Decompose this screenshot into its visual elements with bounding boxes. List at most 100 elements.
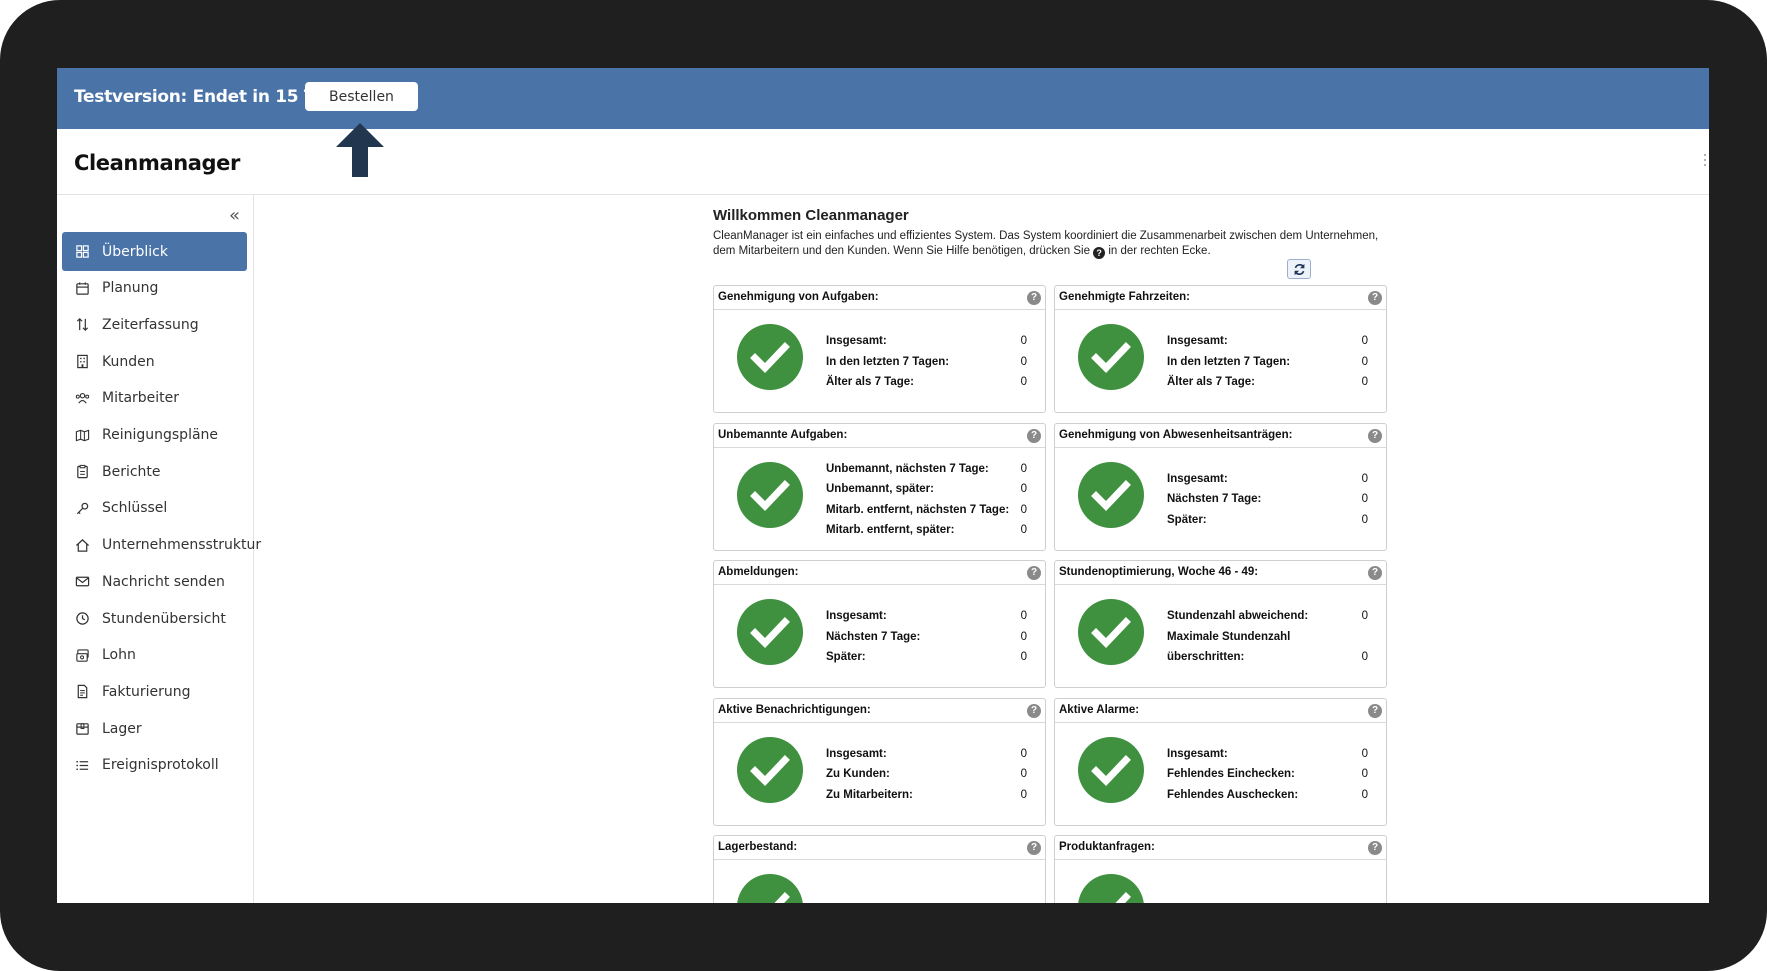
help-icon[interactable]: ? — [1368, 841, 1382, 855]
stat-row: Zu Mitarbeitern: 0 — [826, 785, 1027, 806]
stat-value: 0 — [1020, 768, 1027, 781]
map-icon — [74, 427, 90, 443]
arrow-up-icon — [336, 123, 384, 177]
sidebar-item-11[interactable]: Stundenübersicht — [62, 599, 247, 638]
stat-row: In den letzten 7 Tagen: 0 — [826, 352, 1027, 373]
sidebar-item-12[interactable]: Lohn — [62, 636, 247, 675]
stat-row: Stundenzahl abweichend: 0 — [1167, 606, 1368, 627]
help-icon[interactable]: ? — [1368, 703, 1382, 718]
welcome-text-before: CleanManager ist ein einfaches und effiz… — [713, 230, 1379, 257]
card-title: Genehmigung von Aufgaben: — [718, 291, 879, 303]
stat-label: Unbemannt, nächsten 7 Tage: — [826, 462, 989, 475]
stat-value: 0 — [1020, 376, 1027, 389]
invoice-icon — [74, 684, 90, 700]
help-icon[interactable]: ? — [1368, 291, 1382, 305]
stat-value: 0 — [1020, 651, 1027, 664]
stat-value: 0 — [1020, 503, 1027, 516]
stat-row: Insgesamt: 0 — [1167, 331, 1368, 352]
card-title: Produktanfragen: — [1059, 841, 1155, 853]
sidebar-item-label: Lager — [102, 720, 142, 737]
stat-row: Insgesamt: 0 — [826, 744, 1027, 765]
card-title: Abmeldungen: — [718, 566, 799, 578]
help-icon[interactable]: ? — [1368, 566, 1382, 580]
device-frame: Testversion: Endet in 15 Tage Bestellen … — [0, 0, 1767, 971]
card-stats: Insgesamt: 0 In den letzten 7 Tagen: 0 Älter… — [826, 331, 1027, 393]
card-header: Stundenoptimierung, Woche 46 - 49:? — [1055, 561, 1386, 585]
card-stats: Insgesamt: 0 Zu Kunden: 0 Zu Mitarbeitern: 0 — [826, 744, 1027, 806]
stat-row: Maximale Stundenzahl überschritten: — [1167, 627, 1368, 664]
dashboard-card: Aktive Alarme:? Insgesamt: 0 Fehlendes Einc… — [1054, 697, 1387, 826]
help-icon[interactable]: ? — [1027, 291, 1041, 305]
stat-label: Unbemannt, später: — [826, 483, 934, 495]
sidebar-item-4[interactable]: Kunden — [62, 342, 247, 381]
stat-value: 0 — [1361, 610, 1368, 623]
sidebar-item-9[interactable]: Unternehmensstruktur — [62, 526, 261, 565]
stat-label: Zu Mitarbeitern: — [826, 788, 913, 801]
grid-icon — [74, 244, 90, 260]
key-icon — [74, 500, 90, 516]
main-content: Willkommen Cleanmanager CleanManager ist… — [254, 195, 1709, 903]
welcome-text: CleanManager ist ein einfaches und effiz… — [713, 229, 1383, 259]
stat-value: 0 — [1361, 747, 1368, 760]
stat-label: Insgesamt: — [1167, 902, 1228, 903]
dashboard-card: Aktive Benachrichtigungen:? Insgesamt: 0 Zu… — [713, 697, 1046, 826]
sidebar-item-label: Lohn — [102, 647, 136, 664]
stat-label: Nächsten 7 Tage: — [826, 630, 921, 643]
users-icon — [74, 390, 90, 406]
check-circle-icon — [737, 324, 803, 390]
stat-value: 0 — [1020, 462, 1027, 475]
stat-value: 0 — [1361, 651, 1368, 664]
card-header: Genehmigung von Aufgaben:? — [714, 286, 1045, 310]
stat-row: Älter als 7 Tage: 0 — [826, 372, 1027, 393]
sidebar-item-15[interactable]: Ereignisprotokoll — [62, 746, 247, 785]
stat-label: In den letzten 7 Tagen: — [826, 355, 950, 368]
stat-value: 0 — [1020, 524, 1027, 536]
sidebar-item-14[interactable]: Lager — [62, 709, 247, 748]
money-icon — [74, 647, 90, 663]
card-stats: Insgesamt: 0 Nächsten 7 Tage: 0 Später: 0 — [826, 606, 1027, 668]
stat-label: Stundenzahl abweichend: — [1167, 610, 1309, 623]
help-icon[interactable]: ? — [1368, 428, 1382, 443]
more-options-icon[interactable] — [1703, 154, 1707, 168]
check-circle-icon — [1078, 461, 1144, 528]
stat-value: 0 — [1361, 355, 1368, 368]
list-icon — [74, 757, 90, 773]
collapse-sidebar-icon[interactable]: « — [229, 205, 240, 226]
stat-label: Fehlendes Auschecken: — [1167, 788, 1299, 801]
card-stats: Insgesamt: 0 Nächsten 7 Tage: 0 Später: 0 — [1167, 469, 1368, 531]
card-title: Genehmigung von Abwesenheitsanträgen: — [1059, 428, 1293, 441]
card-stats: Insgesamt: 0 Fehlendes Einchecken: 0 Fehlend… — [1167, 744, 1368, 806]
sidebar-item-label: Kunden — [102, 353, 155, 370]
sidebar-item-7[interactable]: Berichte — [62, 452, 247, 491]
sidebar-item-2[interactable]: Planung — [62, 269, 247, 308]
sidebar-item-13[interactable]: Fakturierung — [62, 672, 247, 711]
help-icon[interactable]: ? — [1027, 841, 1041, 855]
stat-label: Insgesamt: — [1167, 335, 1228, 348]
stat-value: 0 — [1361, 493, 1368, 506]
order-button[interactable]: Bestellen — [305, 82, 418, 111]
card-stats: Stundenzahl abweichend: 0 Maximale Stunden… — [1167, 606, 1368, 668]
stat-label: Älter als 7 Tage: — [1167, 376, 1255, 389]
sidebar-item-3[interactable]: Zeiterfassung — [62, 305, 247, 344]
sidebar-item-5[interactable]: Mitarbeiter — [62, 379, 247, 418]
help-icon[interactable]: ? — [1027, 566, 1041, 580]
stat-row: Unbemannt, nächsten 7 Tage: 0 — [826, 459, 1027, 480]
stat-row: Insgesamt: 0 — [1167, 469, 1368, 490]
stat-label: Insgesamt: — [826, 747, 887, 760]
sidebar-item-label: Fakturierung — [102, 683, 191, 700]
stat-value: 0 — [1362, 902, 1368, 903]
sidebar-item-8[interactable]: Schlüssel — [62, 489, 247, 528]
help-icon[interactable]: ? — [1027, 703, 1041, 718]
dashboard-card: Stundenoptimierung, Woche 46 - 49:? Stund… — [1054, 560, 1387, 688]
sidebar-item-6[interactable]: Reinigungspläne — [62, 416, 247, 455]
home-icon — [74, 537, 90, 553]
stat-row: In den letzten 7 Tagen: 0 — [1167, 352, 1368, 373]
sidebar-item-10[interactable]: Nachricht senden — [62, 562, 247, 601]
refresh-button[interactable] — [1287, 259, 1311, 279]
stat-value: 0 — [1020, 788, 1027, 801]
check-circle-icon — [737, 736, 803, 803]
help-icon[interactable]: ? — [1027, 428, 1041, 443]
sidebar-item-1[interactable]: Überblick — [62, 232, 247, 271]
check-circle-icon — [737, 874, 803, 903]
sidebar: « Überblick Planung Zeiterfassung Kunden Mit… — [57, 195, 261, 903]
